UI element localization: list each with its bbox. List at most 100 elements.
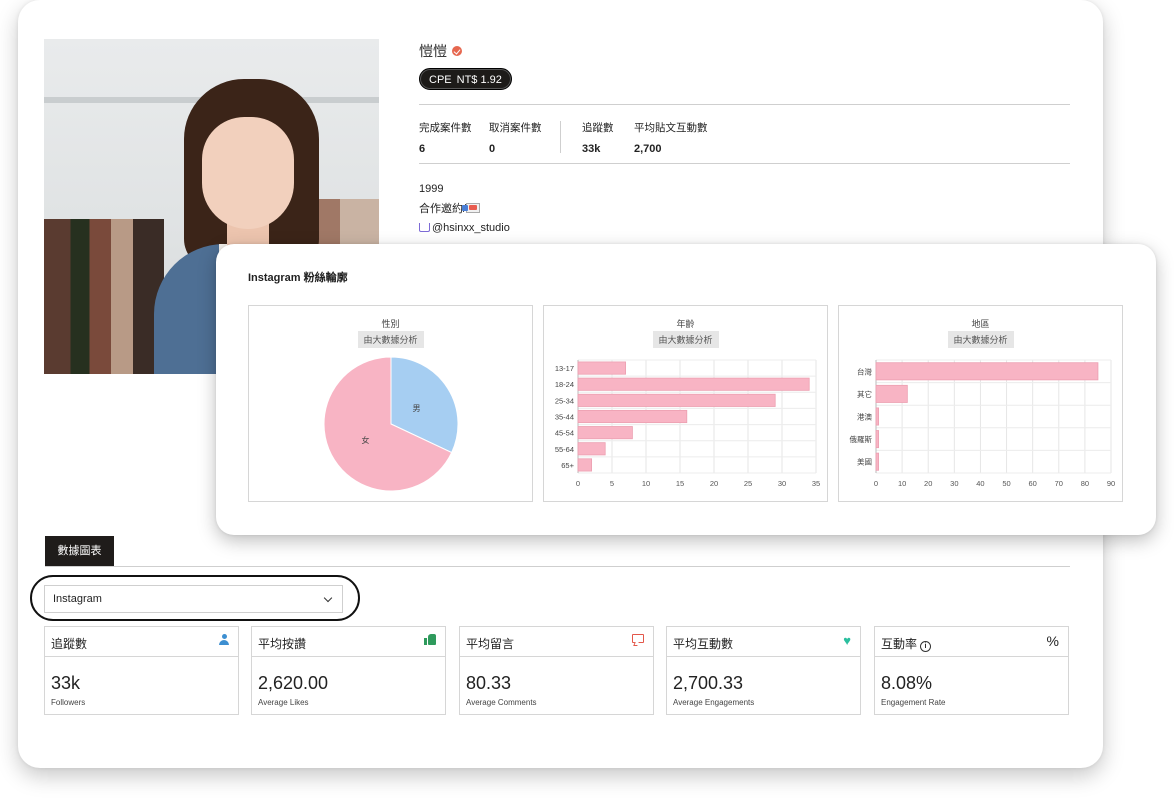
bio-line: 合作邀約/ bbox=[419, 200, 510, 220]
bar bbox=[577, 377, 810, 391]
bar bbox=[577, 426, 633, 440]
x-tick-label: 10 bbox=[898, 479, 906, 488]
stat-label: 追蹤數 bbox=[582, 122, 614, 134]
bar bbox=[577, 458, 593, 472]
metric-sub: Followers bbox=[51, 698, 86, 707]
metric-label: 追蹤數 bbox=[51, 637, 88, 651]
metric-value: 8.08% bbox=[881, 673, 933, 693]
metric-sub: Engagement Rate bbox=[881, 698, 946, 707]
bar bbox=[577, 393, 776, 407]
info-icon[interactable]: i bbox=[920, 641, 932, 652]
divider bbox=[419, 163, 1070, 164]
x-tick-label: 20 bbox=[924, 479, 932, 488]
comment-icon bbox=[632, 634, 644, 643]
metric-label: 互動率 i bbox=[881, 635, 932, 652]
region-chart-panel: 地區 由大數據分析 0 10 20 30 40 50 60 70 80 90 台灣 其它 港澳 俄羅斯 美國 bbox=[838, 305, 1123, 502]
stat-value: 6 bbox=[419, 143, 426, 155]
user-icon bbox=[219, 634, 229, 646]
stat-label: 平均貼文互動數 bbox=[634, 122, 708, 134]
metric-label: 平均互動數 bbox=[673, 637, 734, 651]
bar bbox=[875, 384, 908, 403]
charts-title: Instagram 粉絲輪廓 bbox=[248, 272, 348, 284]
stat-avg-engagement: 平均貼文互動數 2,700 bbox=[634, 120, 708, 155]
stat-divider bbox=[560, 121, 561, 153]
percent-icon: % bbox=[1046, 633, 1059, 649]
x-tick-label: 30 bbox=[950, 479, 958, 488]
metric-followers: 追蹤數 33k Followers bbox=[44, 626, 239, 715]
metric-value: 2,700.33 bbox=[673, 673, 744, 693]
metric-sub: Average Comments bbox=[466, 698, 537, 707]
metric-value: 2,620.00 bbox=[258, 673, 329, 693]
stat-completed: 完成案件數 6 bbox=[419, 120, 472, 155]
metric-avg-comments: 平均留言 80.33 Average Comments bbox=[459, 626, 654, 715]
platform-select[interactable]: Instagram bbox=[44, 585, 343, 613]
metric-header: 平均按讚 bbox=[252, 627, 445, 657]
y-tick-label: 其它 bbox=[857, 389, 872, 399]
metric-label: 平均留言 bbox=[466, 637, 515, 651]
gender-pie-chart: 男女 bbox=[323, 356, 459, 492]
bar bbox=[875, 407, 880, 426]
y-tick-label: 65+ bbox=[561, 461, 574, 470]
pie-label: 女 bbox=[362, 435, 370, 445]
profile-name-text: 愷愷 bbox=[419, 43, 447, 59]
x-tick-label: 0 bbox=[576, 479, 580, 488]
divider bbox=[419, 104, 1070, 105]
region-bar-chart: 0 10 20 30 40 50 60 70 80 90 台灣其它港澳俄羅斯美國 bbox=[850, 359, 1115, 488]
x-tick-label: 50 bbox=[1002, 479, 1010, 488]
metric-header: 平均留言 bbox=[460, 627, 653, 657]
mail-icon bbox=[462, 202, 481, 213]
tab-underline bbox=[45, 566, 1070, 567]
metric-header: 追蹤數 bbox=[45, 627, 238, 657]
cpe-badge: CPE NT$ 1.92 bbox=[419, 68, 512, 90]
y-tick-label: 35-44 bbox=[555, 413, 574, 422]
x-tick-label: 25 bbox=[744, 479, 752, 488]
bar bbox=[875, 362, 1099, 381]
x-tick-label: 10 bbox=[642, 479, 650, 488]
chevron-down-icon bbox=[323, 593, 333, 603]
pie-label: 男 bbox=[412, 404, 420, 413]
cpe-label: CPE bbox=[429, 74, 452, 86]
cpe-value: NT$ 1.92 bbox=[456, 74, 502, 86]
x-tick-label: 0 bbox=[874, 479, 878, 488]
x-tick-label: 40 bbox=[976, 479, 984, 488]
metric-avg-likes: 平均按讚 2,620.00 Average Likes bbox=[251, 626, 446, 715]
stat-cancelled: 取消案件數 0 bbox=[489, 120, 542, 155]
stat-value: 2,700 bbox=[634, 143, 662, 155]
metric-header: 互動率 i % bbox=[875, 627, 1068, 657]
verified-icon bbox=[452, 46, 462, 56]
bar bbox=[577, 442, 606, 456]
y-tick-label: 55-64 bbox=[555, 445, 574, 454]
x-tick-label: 90 bbox=[1107, 479, 1115, 488]
metric-value: 33k bbox=[51, 673, 81, 693]
stat-label: 完成案件數 bbox=[419, 122, 472, 134]
bar bbox=[875, 452, 880, 471]
metric-header: 平均互動數 ♥ bbox=[667, 627, 860, 657]
bar bbox=[577, 361, 626, 375]
y-tick-label: 港澳 bbox=[857, 412, 872, 422]
y-tick-label: 13-17 bbox=[555, 364, 574, 373]
x-tick-label: 15 bbox=[676, 479, 684, 488]
x-tick-label: 70 bbox=[1055, 479, 1063, 488]
metric-label: 平均按讚 bbox=[258, 637, 307, 651]
stat-label: 取消案件數 bbox=[489, 122, 542, 134]
metric-avg-engagements: 平均互動數 ♥ 2,700.33 Average Engagements bbox=[666, 626, 861, 715]
x-tick-label: 80 bbox=[1081, 479, 1089, 488]
bio-line: 1999 bbox=[419, 183, 444, 195]
metric-sub: Average Likes bbox=[258, 698, 309, 707]
cart-icon bbox=[419, 223, 430, 232]
y-tick-label: 25-34 bbox=[555, 396, 574, 405]
age-bar-chart: 0 5 10 15 20 25 30 35 13-17 18-24 25-34 35-44 45-54 5… bbox=[555, 359, 820, 488]
profile-name: 愷愷 bbox=[419, 41, 462, 61]
x-tick-label: 20 bbox=[710, 479, 718, 488]
thumbs-up-icon bbox=[424, 634, 436, 645]
y-tick-label: 45-54 bbox=[555, 429, 574, 438]
stat-value: 33k bbox=[582, 143, 601, 155]
y-tick-label: 台灣 bbox=[857, 366, 872, 376]
age-chart-panel: 年齡 由大數據分析 0 5 10 15 20 25 30 35 13-17 18-24 25-34 3… bbox=[543, 305, 828, 502]
tab-data-charts[interactable]: 數據圖表 bbox=[45, 536, 114, 566]
gender-chart-panel: 性別 由大數據分析 男女 bbox=[248, 305, 533, 502]
x-tick-label: 35 bbox=[812, 479, 820, 488]
y-tick-label: 美國 bbox=[857, 457, 872, 467]
heart-icon: ♥ bbox=[843, 633, 851, 648]
platform-select-value: Instagram bbox=[53, 593, 102, 605]
